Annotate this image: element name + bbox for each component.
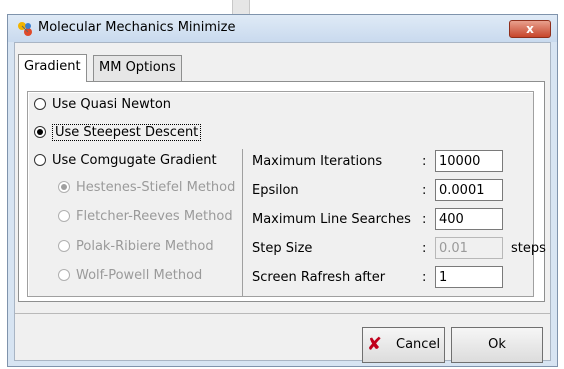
screen-refresh-label: Screen Rafresh after — [252, 270, 386, 285]
cancel-button-label: Cancel — [396, 337, 441, 352]
radio-hestenes-stiefel[interactable]: Hestenes-Stiefel Method — [58, 178, 235, 198]
radio-conjugate-gradient[interactable]: Use Comgugate Gradient — [34, 151, 217, 171]
molecule-icon — [18, 22, 32, 36]
radio-wolf-powell[interactable]: Wolf-Powell Method — [58, 266, 202, 286]
colon: : — [422, 241, 427, 256]
column-divider — [242, 149, 243, 296]
close-icon: x — [526, 22, 534, 36]
max-iterations-input[interactable] — [435, 150, 503, 172]
radio-quasi-newton[interactable]: Use Quasi Newton — [34, 95, 171, 115]
radio-label: Hestenes-Stiefel Method — [76, 180, 236, 195]
cancel-button[interactable]: ✘ Cancel — [362, 327, 445, 363]
radio-label: Use Quasi Newton — [52, 97, 172, 112]
radio-button[interactable] — [34, 126, 46, 138]
radio-label: Wolf-Powell Method — [76, 268, 203, 283]
colon: : — [422, 212, 427, 227]
ok-button-label: Ok — [488, 337, 506, 352]
step-size-input[interactable] — [435, 237, 503, 259]
max-line-searches-input[interactable] — [435, 208, 503, 230]
step-size-unit: steps — [511, 241, 546, 256]
radio-steepest-descent[interactable]: Use Steepest Descent — [34, 123, 202, 143]
epsilon-label: Epsilon — [252, 183, 299, 198]
screen-refresh-input[interactable] — [435, 266, 503, 288]
gradient-tab-panel: Use Quasi Newton Use Steepest Descent Us… — [18, 81, 546, 302]
radio-label: Fletcher-Reeves Method — [76, 209, 233, 224]
x-icon: ✘ — [366, 334, 383, 355]
colon: : — [422, 154, 427, 169]
colon: : — [422, 270, 427, 285]
max-iterations-label: Maximum Iterations — [252, 154, 383, 169]
dialog-window: Molecular Mechanics Minimize x Gradient … — [7, 14, 558, 367]
radio-button[interactable] — [58, 181, 70, 193]
ok-button[interactable]: Ok — [451, 327, 543, 363]
close-button[interactable]: x — [509, 20, 551, 38]
epsilon-input[interactable] — [435, 179, 503, 201]
colon: : — [422, 183, 427, 198]
radio-label: Polak-Ribiere Method — [76, 239, 214, 254]
radio-button[interactable] — [34, 98, 46, 110]
window-title: Molecular Mechanics Minimize — [38, 20, 236, 35]
radio-label: Use Steepest Descent — [52, 124, 202, 141]
footer-separator — [15, 313, 550, 314]
dialog-client-area: Gradient MM Options Use Quasi Newton Use… — [14, 42, 551, 363]
radio-fletcher-reeves[interactable]: Fletcher-Reeves Method — [58, 207, 233, 227]
tab-mm-options[interactable]: MM Options — [93, 55, 182, 81]
radio-label: Use Comgugate Gradient — [52, 153, 217, 168]
radio-button[interactable] — [58, 269, 70, 281]
method-group-box: Use Quasi Newton Use Steepest Descent Us… — [27, 91, 546, 297]
title-bar[interactable]: Molecular Mechanics Minimize x — [8, 15, 557, 42]
background-window-edge — [232, 0, 250, 14]
radio-button[interactable] — [58, 240, 70, 252]
max-line-searches-label: Maximum Line Searches — [252, 212, 411, 227]
radio-button[interactable] — [58, 210, 70, 222]
tab-gradient[interactable]: Gradient — [18, 54, 87, 82]
radio-polak-ribiere[interactable]: Polak-Ribiere Method — [58, 237, 214, 257]
radio-button[interactable] — [34, 154, 46, 166]
step-size-label: Step Size — [252, 241, 313, 256]
